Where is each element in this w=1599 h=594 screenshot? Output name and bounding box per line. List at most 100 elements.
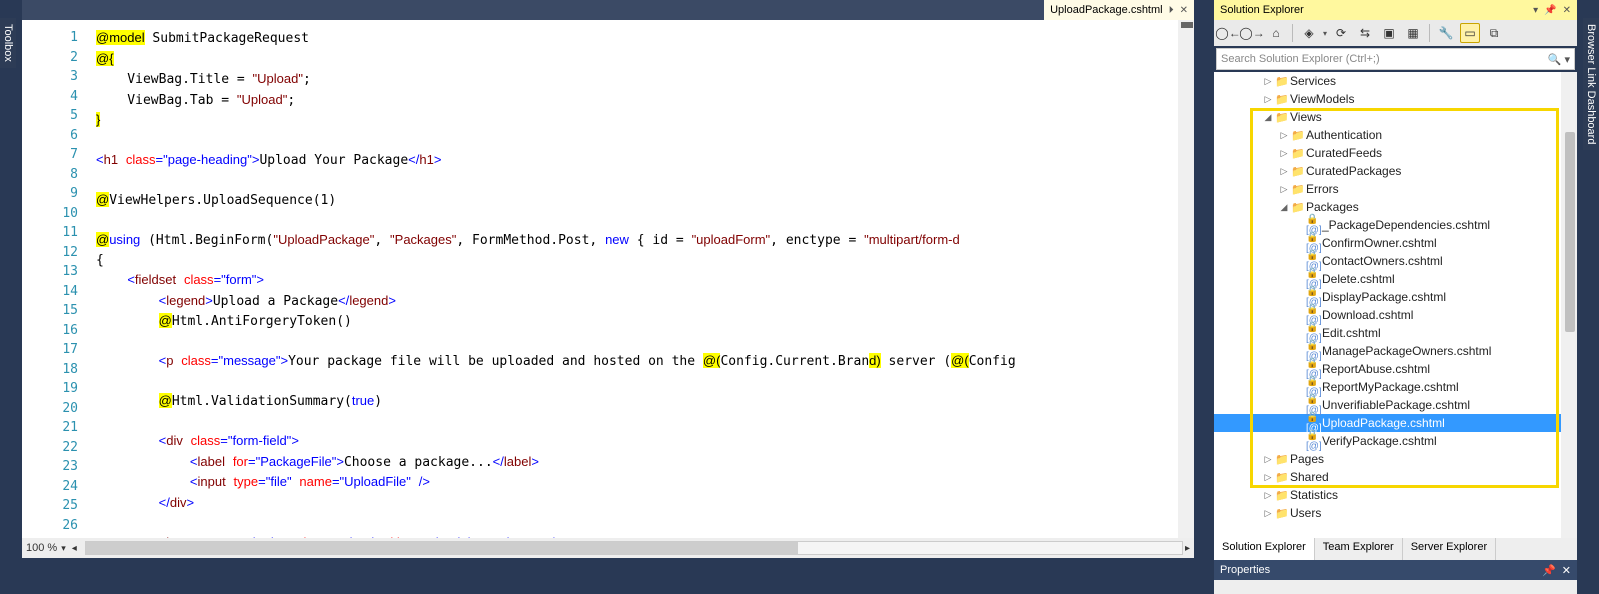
- folder-icon: 📁: [1290, 165, 1306, 178]
- home-button[interactable]: ⌂: [1266, 23, 1286, 43]
- properties-button[interactable]: 🔧: [1436, 23, 1456, 43]
- folder-node[interactable]: ▷📁ViewModels: [1214, 90, 1577, 108]
- file-node[interactable]: 🔒[@]ConfirmOwner.cshtml: [1214, 234, 1577, 252]
- node-label: Statistics: [1290, 488, 1338, 502]
- se-search[interactable]: Search Solution Explorer (Ctrl+;) 🔍 ▾: [1216, 48, 1575, 70]
- scope-chevron-icon[interactable]: ▾: [1323, 29, 1327, 38]
- toolbox-tab[interactable]: Toolbox: [0, 18, 16, 68]
- properties-label: Properties: [1220, 564, 1270, 576]
- zoom-chevron-icon[interactable]: ▾: [61, 543, 66, 554]
- editor-statusbar: 100 % ▾ ◂ ▸: [22, 538, 1194, 558]
- file-node[interactable]: 🔒[@]UnverifiablePackage.cshtml: [1214, 396, 1577, 414]
- folder-node[interactable]: ◢📁Views: [1214, 108, 1577, 126]
- file-node[interactable]: 🔒[@]Edit.cshtml: [1214, 324, 1577, 342]
- tab-team-explorer[interactable]: Team Explorer: [1315, 538, 1403, 560]
- tab-server-explorer[interactable]: Server Explorer: [1403, 538, 1496, 560]
- editor-hscroll[interactable]: [85, 541, 1183, 555]
- folder-icon: 📁: [1274, 471, 1290, 484]
- node-label: Packages: [1306, 200, 1359, 214]
- pin-icon[interactable]: ⏵: [1169, 5, 1174, 16]
- file-node[interactable]: 🔒[@]ReportAbuse.cshtml: [1214, 360, 1577, 378]
- node-label: DisplayPackage.cshtml: [1322, 290, 1446, 304]
- node-label: CuratedFeeds: [1306, 146, 1382, 160]
- folder-icon: 📁: [1290, 183, 1306, 196]
- se-vscroll[interactable]: [1561, 72, 1577, 538]
- node-label: Download.cshtml: [1322, 308, 1413, 322]
- folder-node[interactable]: ▷📁Pages: [1214, 450, 1577, 468]
- editor-tab-active[interactable]: UploadPackage.cshtml ⏵ ✕: [1044, 0, 1194, 20]
- node-label: ManagePackageOwners.cshtml: [1322, 344, 1491, 358]
- folder-node[interactable]: ▷📁CuratedPackages: [1214, 162, 1577, 180]
- folder-icon: 📁: [1274, 489, 1290, 502]
- preview-button[interactable]: ▭: [1460, 23, 1480, 43]
- folder-node[interactable]: ▷📁Services: [1214, 72, 1577, 90]
- editor-tab-label: UploadPackage.cshtml: [1050, 4, 1163, 16]
- file-node[interactable]: 🔒[@]ManagePackageOwners.cshtml: [1214, 342, 1577, 360]
- node-label: UnverifiablePackage.cshtml: [1322, 398, 1470, 412]
- editor-panel: UploadPackage.cshtml ⏵ ✕ 123456789101112…: [22, 0, 1194, 558]
- node-label: UploadPackage.cshtml: [1322, 416, 1445, 430]
- forward-button[interactable]: ◯→: [1242, 23, 1262, 43]
- hscroll-right-icon[interactable]: ▸: [1185, 543, 1190, 554]
- zoom-level[interactable]: 100 %: [26, 542, 57, 554]
- sync-button[interactable]: ⇆: [1355, 23, 1375, 43]
- file-node[interactable]: 🔒[@]ContactOwners.cshtml: [1214, 252, 1577, 270]
- se-bottom-tabs: Solution Explorer Team Explorer Server E…: [1214, 538, 1577, 560]
- line-gutter: 1234567891011121314151617181920212223242…: [22, 20, 92, 538]
- show-all-button[interactable]: ▦: [1403, 23, 1423, 43]
- node-label: Authentication: [1306, 128, 1382, 142]
- collapse-button[interactable]: ▣: [1379, 23, 1399, 43]
- editor-vscroll[interactable]: [1178, 20, 1194, 538]
- node-label: ReportAbuse.cshtml: [1322, 362, 1430, 376]
- view-class-button[interactable]: ⧉: [1484, 23, 1504, 43]
- folder-node[interactable]: ▷📁Authentication: [1214, 126, 1577, 144]
- close-icon[interactable]: ✕: [1563, 5, 1571, 16]
- se-tree[interactable]: ▷📁Services▷📁ViewModels◢📁Views▷📁Authentic…: [1214, 72, 1577, 538]
- hscroll-left-icon[interactable]: ◂: [72, 543, 77, 554]
- solution-explorer: Solution Explorer ▾ 📌 ✕ ◯← ◯→ ⌂ ◈ ▾ ⟳ ⇆ …: [1214, 0, 1577, 594]
- file-node[interactable]: 🔒[@]DisplayPackage.cshtml: [1214, 288, 1577, 306]
- solution-explorer-title[interactable]: Solution Explorer ▾ 📌 ✕: [1214, 0, 1577, 20]
- folder-node[interactable]: ▷📁Users: [1214, 504, 1577, 522]
- file-node[interactable]: 🔒[@]VerifyPackage.cshtml: [1214, 432, 1577, 450]
- scope-button[interactable]: ◈: [1299, 23, 1319, 43]
- se-title-label: Solution Explorer: [1220, 4, 1304, 16]
- search-icon[interactable]: 🔍 ▾: [1548, 53, 1570, 66]
- pin-icon[interactable]: 📌: [1542, 564, 1556, 577]
- close-icon[interactable]: ✕: [1562, 564, 1571, 577]
- editor-tabbar: UploadPackage.cshtml ⏵ ✕: [22, 0, 1194, 20]
- folder-node[interactable]: ▷📁CuratedFeeds: [1214, 144, 1577, 162]
- code-area[interactable]: 1234567891011121314151617181920212223242…: [22, 20, 1194, 538]
- node-label: Services: [1290, 74, 1336, 88]
- folder-node[interactable]: ▷📁Errors: [1214, 180, 1577, 198]
- folder-icon: 📁: [1274, 507, 1290, 520]
- pin-icon[interactable]: 📌: [1544, 5, 1556, 16]
- back-button[interactable]: ◯←: [1218, 23, 1238, 43]
- node-label: Delete.cshtml: [1322, 272, 1395, 286]
- folder-icon: 📁: [1274, 453, 1290, 466]
- file-node[interactable]: 🔒[@]Download.cshtml: [1214, 306, 1577, 324]
- folder-node[interactable]: ▷📁Shared: [1214, 468, 1577, 486]
- properties-body: [1214, 580, 1577, 594]
- file-node[interactable]: 🔒[@]UploadPackage.cshtml: [1214, 414, 1577, 432]
- file-node[interactable]: 🔒[@]Delete.cshtml: [1214, 270, 1577, 288]
- file-node[interactable]: 🔒[@]_PackageDependencies.cshtml: [1214, 216, 1577, 234]
- node-label: Edit.cshtml: [1322, 326, 1381, 340]
- properties-title[interactable]: Properties 📌 ✕: [1214, 560, 1577, 580]
- file-node[interactable]: 🔒[@]ReportMyPackage.cshtml: [1214, 378, 1577, 396]
- se-search-placeholder: Search Solution Explorer (Ctrl+;): [1221, 53, 1380, 65]
- folder-icon: 📁: [1290, 201, 1306, 214]
- refresh-button[interactable]: ⟳: [1331, 23, 1351, 43]
- node-label: ReportMyPackage.cshtml: [1322, 380, 1459, 394]
- folder-icon: 📁: [1274, 75, 1290, 88]
- browser-link-tab[interactable]: Browser Link Dashboard: [1583, 18, 1599, 150]
- close-icon[interactable]: ✕: [1180, 5, 1188, 16]
- folder-node[interactable]: ▷📁Statistics: [1214, 486, 1577, 504]
- tab-solution-explorer[interactable]: Solution Explorer: [1214, 538, 1315, 560]
- node-label: Pages: [1290, 452, 1324, 466]
- folder-node[interactable]: ◢📁Packages: [1214, 198, 1577, 216]
- node-label: Shared: [1290, 470, 1329, 484]
- folder-icon: 📁: [1274, 93, 1290, 106]
- code-content[interactable]: @model SubmitPackageRequest @{ ViewBag.T…: [92, 20, 1194, 538]
- window-dropdown-icon[interactable]: ▾: [1533, 5, 1538, 16]
